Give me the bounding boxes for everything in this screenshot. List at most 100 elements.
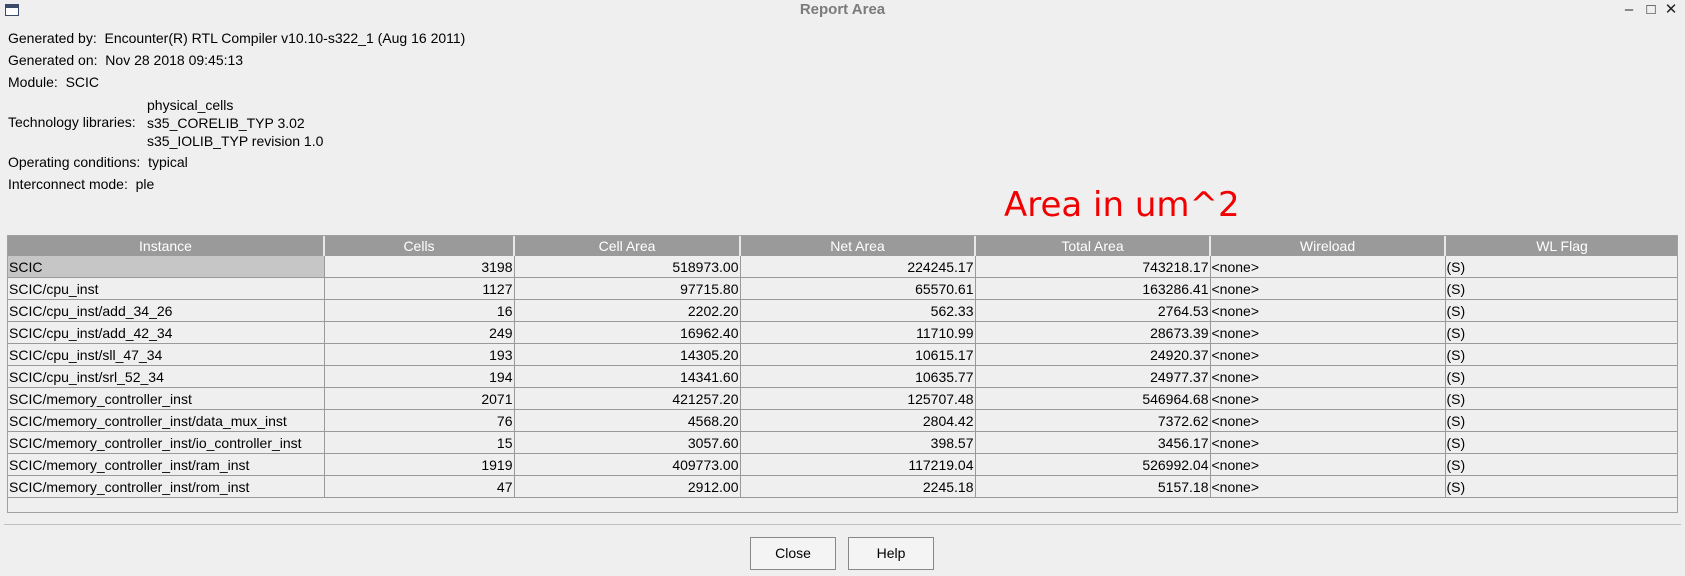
total-area-cell[interactable]: 546964.68 [975, 387, 1211, 410]
wireload-cell[interactable]: <none> [1210, 409, 1446, 432]
cells-cell[interactable]: 15 [324, 431, 515, 454]
total-area-cell[interactable]: 743218.17 [975, 256, 1211, 278]
cell-area-cell[interactable]: 14341.60 [514, 365, 741, 388]
cell-area-cell[interactable]: 2912.00 [514, 475, 741, 498]
close-button[interactable]: Close [750, 537, 836, 570]
table-row[interactable]: SCIC/cpu_inst 1127 97715.80 65570.61 163286.… [8, 277, 1677, 300]
total-area-cell[interactable]: 24977.37 [975, 365, 1211, 388]
cells-cell[interactable]: 193 [324, 343, 515, 366]
net-area-cell[interactable]: 10615.17 [740, 343, 976, 366]
instance-cell[interactable]: SCIC/cpu_inst/sll_47_34 [8, 343, 325, 366]
cells-cell[interactable]: 16 [324, 299, 515, 322]
total-area-cell[interactable]: 24920.37 [975, 343, 1211, 366]
cells-cell[interactable]: 47 [324, 475, 515, 498]
table-row[interactable]: SCIC/cpu_inst/srl_52_34 194 14341.60 10635.… [8, 365, 1677, 388]
table-row[interactable]: SCIC/memory_controller_inst/data_mux_ins… [8, 409, 1677, 432]
table-row[interactable]: SCIC/cpu_inst/add_42_34 249 16962.40 11710.… [8, 321, 1677, 344]
cells-cell[interactable]: 2071 [324, 387, 515, 410]
wireload-cell[interactable]: <none> [1210, 277, 1446, 300]
instance-cell[interactable]: SCIC/memory_controller_inst [8, 387, 325, 410]
cells-cell[interactable]: 76 [324, 409, 515, 432]
cells-cell[interactable]: 194 [324, 365, 515, 388]
instance-cell[interactable]: SCIC/memory_controller_inst/rom_inst [8, 475, 325, 498]
cell-area-cell[interactable]: 4568.20 [514, 409, 741, 432]
wl-flag-cell[interactable]: (S) [1445, 409, 1677, 432]
instance-cell[interactable]: SCIC/memory_controller_inst/io_controlle… [8, 431, 325, 454]
instance-cell[interactable]: SCIC/cpu_inst/add_34_26 [8, 299, 325, 322]
total-area-cell[interactable]: 2764.53 [975, 299, 1211, 322]
table-row[interactable]: SCIC/memory_controller_inst/io_controlle… [8, 431, 1677, 454]
net-area-cell[interactable]: 125707.48 [740, 387, 976, 410]
cells-cell[interactable]: 3198 [324, 256, 515, 278]
instance-cell[interactable]: SCIC/memory_controller_inst/data_mux_ins… [8, 409, 325, 432]
wireload-cell[interactable]: <none> [1210, 343, 1446, 366]
instance-cell[interactable]: SCIC [8, 256, 325, 278]
total-area-cell[interactable]: 163286.41 [975, 277, 1211, 300]
table-row[interactable]: SCIC/cpu_inst/add_34_26 16 2202.20 562.33 27… [8, 299, 1677, 322]
column-header-wireload[interactable]: Wireload [1210, 236, 1446, 256]
wl-flag-cell[interactable]: (S) [1445, 453, 1677, 476]
net-area-cell[interactable]: 117219.04 [740, 453, 976, 476]
cells-cell[interactable]: 249 [324, 321, 515, 344]
column-header-cells[interactable]: Cells [324, 236, 515, 256]
maximize-icon[interactable]: □ [1641, 0, 1661, 20]
wl-flag-cell[interactable]: (S) [1445, 321, 1677, 344]
cell-area-cell[interactable]: 409773.00 [514, 453, 741, 476]
wireload-cell[interactable]: <none> [1210, 431, 1446, 454]
total-area-cell[interactable]: 3456.17 [975, 431, 1211, 454]
help-button[interactable]: Help [848, 537, 934, 570]
instance-cell[interactable]: SCIC/cpu_inst/srl_52_34 [8, 365, 325, 388]
table-row[interactable]: SCIC/memory_controller_inst 2071 421257.20… [8, 387, 1677, 410]
table-row[interactable]: SCIC/cpu_inst/sll_47_34 193 14305.20 10615.… [8, 343, 1677, 366]
cell-area-cell[interactable]: 421257.20 [514, 387, 741, 410]
net-area-cell[interactable]: 11710.99 [740, 321, 976, 344]
table-row[interactable]: SCIC/memory_controller_inst/rom_inst 47 29… [8, 475, 1677, 498]
wl-flag-cell[interactable]: (S) [1445, 475, 1677, 498]
net-area-cell[interactable]: 562.33 [740, 299, 976, 322]
net-area-cell[interactable]: 2804.42 [740, 409, 976, 432]
total-area-cell[interactable]: 526992.04 [975, 453, 1211, 476]
net-area-cell[interactable]: 10635.77 [740, 365, 976, 388]
wireload-cell[interactable]: <none> [1210, 321, 1446, 344]
total-area-cell[interactable]: 28673.39 [975, 321, 1211, 344]
net-area-cell[interactable]: 398.57 [740, 431, 976, 454]
wireload-cell[interactable]: <none> [1210, 256, 1446, 278]
area-report-table[interactable]: Instance Cells Cell Area Net Area Total … [7, 235, 1678, 513]
net-area-cell[interactable]: 65570.61 [740, 277, 976, 300]
wl-flag-cell[interactable]: (S) [1445, 277, 1677, 300]
wl-flag-cell[interactable]: (S) [1445, 343, 1677, 366]
table-row[interactable]: SCIC/memory_controller_inst/ram_inst 1919… [8, 453, 1677, 476]
total-area-cell[interactable]: 7372.62 [975, 409, 1211, 432]
wireload-cell[interactable]: <none> [1210, 387, 1446, 410]
wireload-cell[interactable]: <none> [1210, 299, 1446, 322]
cell-area-cell[interactable]: 518973.00 [514, 256, 741, 278]
instance-cell[interactable]: SCIC/cpu_inst/add_42_34 [8, 321, 325, 344]
wl-flag-cell[interactable]: (S) [1445, 256, 1677, 278]
instance-cell[interactable]: SCIC/memory_controller_inst/ram_inst [8, 453, 325, 476]
wl-flag-cell[interactable]: (S) [1445, 299, 1677, 322]
total-area-cell[interactable]: 5157.18 [975, 475, 1211, 498]
net-area-cell[interactable]: 224245.17 [740, 256, 976, 278]
cell-area-cell[interactable]: 2202.20 [514, 299, 741, 322]
cell-area-cell[interactable]: 14305.20 [514, 343, 741, 366]
instance-cell[interactable]: SCIC/cpu_inst [8, 277, 325, 300]
wireload-cell[interactable]: <none> [1210, 475, 1446, 498]
wl-flag-cell[interactable]: (S) [1445, 365, 1677, 388]
close-icon[interactable]: ✕ [1661, 0, 1681, 20]
net-area-cell[interactable]: 2245.18 [740, 475, 976, 498]
cell-area-cell[interactable]: 3057.60 [514, 431, 741, 454]
cell-area-cell[interactable]: 16962.40 [514, 321, 741, 344]
wl-flag-cell[interactable]: (S) [1445, 431, 1677, 454]
wireload-cell[interactable]: <none> [1210, 453, 1446, 476]
cell-area-cell[interactable]: 97715.80 [514, 277, 741, 300]
cells-cell[interactable]: 1919 [324, 453, 515, 476]
column-header-net-area[interactable]: Net Area [740, 236, 976, 256]
column-header-total-area[interactable]: Total Area [975, 236, 1211, 256]
wireload-cell[interactable]: <none> [1210, 365, 1446, 388]
minimize-icon[interactable]: – [1619, 0, 1639, 20]
wl-flag-cell[interactable]: (S) [1445, 387, 1677, 410]
column-header-cell-area[interactable]: Cell Area [514, 236, 741, 256]
column-header-wl-flag[interactable]: WL Flag [1445, 236, 1677, 256]
cells-cell[interactable]: 1127 [324, 277, 515, 300]
column-header-instance[interactable]: Instance [8, 236, 325, 256]
